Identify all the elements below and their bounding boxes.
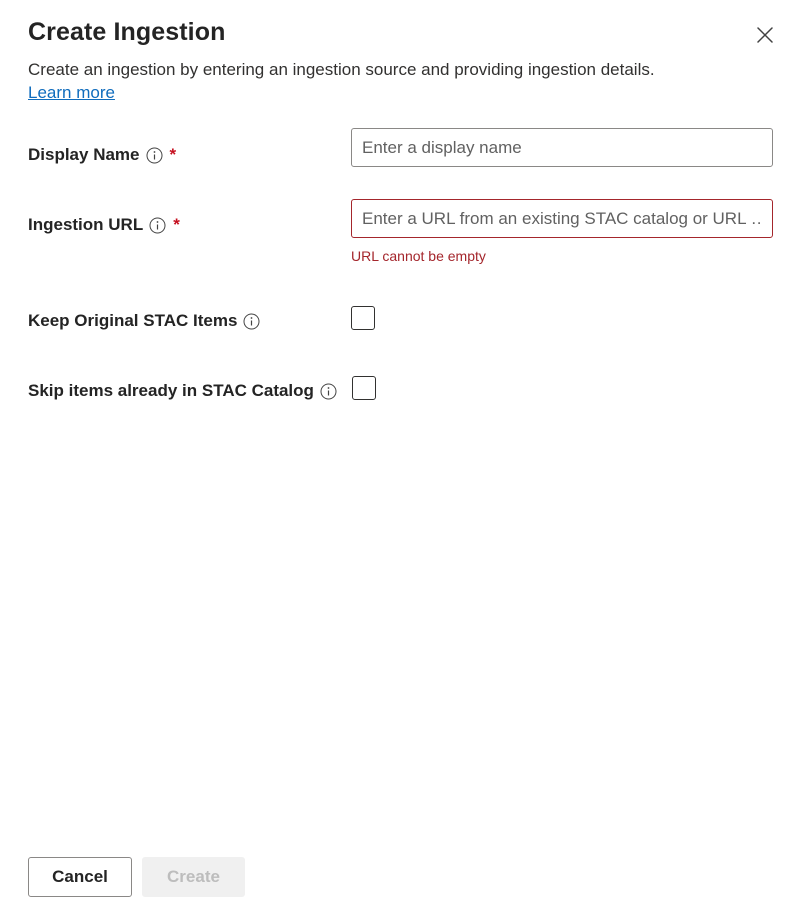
dialog-description: Create an ingestion by entering an inges… — [28, 60, 655, 79]
display-name-label-text: Display Name — [28, 145, 140, 164]
cancel-button[interactable]: Cancel — [28, 857, 132, 897]
info-icon[interactable] — [146, 147, 163, 164]
skip-existing-checkbox[interactable] — [352, 376, 376, 400]
display-name-input[interactable] — [351, 128, 773, 167]
keep-original-label-text: Keep Original STAC Items — [28, 311, 238, 330]
info-icon[interactable] — [243, 313, 260, 330]
create-button[interactable]: Create — [142, 857, 245, 897]
create-ingestion-dialog: Create Ingestion Create an ingestion by … — [0, 0, 795, 910]
required-indicator: * — [173, 215, 180, 234]
close-button[interactable] — [750, 22, 780, 52]
ingestion-url-label: Ingestion URL * — [28, 215, 180, 235]
skip-existing-label-text: Skip items already in STAC Catalog — [28, 381, 314, 400]
required-indicator: * — [169, 145, 177, 164]
info-icon[interactable] — [320, 383, 337, 400]
close-icon — [756, 26, 774, 49]
keep-original-checkbox[interactable] — [351, 306, 375, 330]
skip-existing-label: Skip items already in STAC Catalog — [28, 381, 337, 401]
keep-original-label: Keep Original STAC Items — [28, 311, 260, 331]
display-name-label: Display Name * — [28, 145, 176, 165]
ingestion-url-input[interactable] — [351, 199, 773, 238]
learn-more-link[interactable]: Learn more — [28, 83, 115, 103]
info-icon[interactable] — [149, 217, 166, 234]
ingestion-url-error: URL cannot be empty — [351, 248, 486, 264]
ingestion-url-label-text: Ingestion URL — [28, 215, 144, 234]
dialog-title: Create Ingestion — [28, 18, 226, 46]
